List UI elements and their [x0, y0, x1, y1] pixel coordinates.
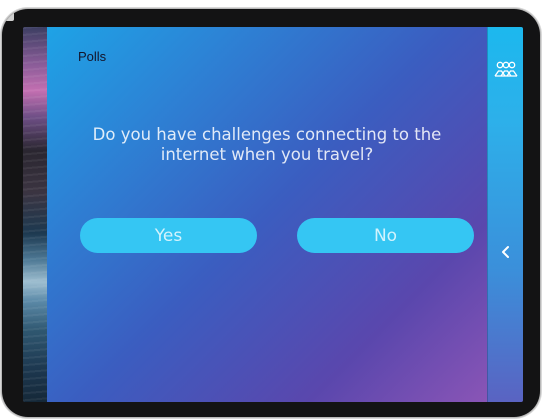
device-button	[2, 9, 14, 21]
tablet-frame: Polls Do you have challenges connecting …	[2, 9, 540, 417]
participants-button[interactable]	[491, 57, 521, 83]
side-rail	[487, 27, 523, 402]
background-photo	[23, 27, 47, 402]
panel-title: Polls	[78, 49, 107, 64]
answer-yes-button[interactable]: Yes	[80, 218, 257, 253]
chevron-left-icon	[502, 246, 509, 258]
poll-question: Do you have challenges connecting to the…	[92, 125, 442, 164]
polls-panel: Polls Do you have challenges connecting …	[47, 27, 487, 402]
app-screen: Polls Do you have challenges connecting …	[23, 27, 523, 402]
participants-icon	[494, 61, 518, 77]
collapse-panel-button[interactable]	[492, 238, 520, 266]
answer-no-button[interactable]: No	[297, 218, 474, 253]
